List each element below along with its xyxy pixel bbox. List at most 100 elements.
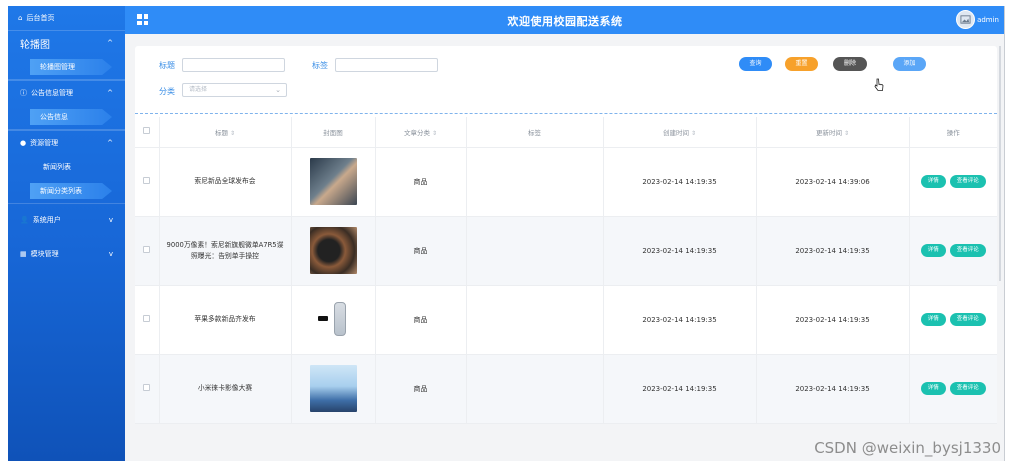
sidebar-item-system-users[interactable]: 👤 系统用户 v — [8, 208, 125, 232]
sidebar-item-resources[interactable]: ● 资源管理 ^ — [8, 131, 125, 155]
sort-icon[interactable]: ⇕ — [691, 130, 696, 137]
sort-icon[interactable]: ⇕ — [230, 130, 235, 137]
col-header-label: 操作 — [946, 128, 960, 137]
title-cell: 9000万像素！索尼新旗舰微单A7R5谍照曝光：告别单手操控 — [159, 216, 292, 286]
updated-cell: 2023-02-14 14:19:35 — [756, 354, 910, 424]
cover-image[interactable] — [309, 296, 357, 343]
chevron-up-icon: ^ — [107, 89, 113, 97]
image-icon — [960, 15, 971, 24]
row-select-cell[interactable] — [135, 285, 160, 355]
detail-button[interactable]: 详情 — [920, 382, 946, 395]
col-header-title[interactable]: 标题 ⇕ — [159, 117, 292, 148]
content-card: 标题 标签 分类 请选择 ⌄ 查询 重置 删除 添加 标题 ⇕ 封面图 文章分类… — [135, 46, 997, 424]
created-cell: 2023-02-14 14:19:35 — [603, 216, 757, 286]
col-header-label: 更新时间 — [815, 128, 842, 137]
tag-cell — [466, 216, 604, 286]
sidebar-item-carousel[interactable]: 轮播图 ^ — [8, 31, 125, 55]
category-cell: 商品 — [375, 147, 467, 217]
hand-cursor-icon — [874, 78, 884, 91]
sidebar-item-news-category-list[interactable]: 新闻分类列表 — [30, 183, 112, 199]
sidebar-home-label: 后台首页 — [26, 14, 55, 22]
sidebar-item-carousel-manage[interactable]: 轮播图管理 — [30, 59, 112, 75]
row-select-cell[interactable] — [135, 216, 160, 286]
query-button[interactable]: 查询 — [739, 57, 772, 71]
info-icon: ⓘ — [20, 89, 27, 97]
page-title: 欢迎使用校园配送系统 — [507, 15, 623, 28]
updated-cell: 2023-02-14 14:19:35 — [756, 216, 910, 286]
sidebar-group-resources: ● 资源管理 ^ 新闻列表 新闻分类列表 — [8, 130, 125, 204]
select-all-cell[interactable] — [135, 117, 160, 148]
row-select-cell[interactable] — [135, 147, 160, 217]
category-cell: 商品 — [375, 216, 467, 286]
category-select[interactable]: 请选择 ⌄ — [182, 83, 287, 97]
watermark-text: CSDN @weixin_bysj1330 — [814, 439, 1001, 457]
chevron-down-icon: ⌄ — [275, 86, 281, 94]
cover-image[interactable] — [309, 158, 357, 205]
top-header: 欢迎使用校园配送系统 admin — [125, 6, 1004, 34]
detail-button[interactable]: 详情 — [920, 175, 946, 188]
detail-button[interactable]: 详情 — [920, 244, 946, 257]
sidebar-item-news-list[interactable]: 新闻列表 — [8, 155, 125, 179]
title-cell: 苹果多款新品齐发布 — [159, 285, 292, 355]
created-cell: 2023-02-14 14:19:35 — [603, 285, 757, 355]
avatar[interactable] — [956, 10, 975, 29]
reset-button[interactable]: 重置 — [785, 57, 818, 71]
sort-icon[interactable]: ⇕ — [432, 130, 437, 137]
view-comments-button[interactable]: 查看评论 — [949, 244, 986, 257]
table-header-row: 标题 ⇕ 封面图 文章分类 ⇕ 标签 创建时间 ⇕ 更新时间 ⇕ 操作 — [135, 117, 997, 148]
sidebar-group-notice: ⓘ 公告信息管理 ^ 公告信息 — [8, 80, 125, 130]
table-row: 索尼新品全球发布会 商品 2023-02-14 14:19:35 2023-02… — [135, 147, 997, 217]
view-comments-button[interactable]: 查看评论 — [949, 175, 986, 188]
updated-cell: 2023-02-14 14:19:35 — [756, 285, 910, 355]
col-header-cover: 封面图 — [291, 117, 376, 148]
cover-cell — [291, 216, 376, 286]
sidebar-item-notice-info[interactable]: 公告信息 — [30, 109, 112, 125]
user-icon: 👤 — [20, 216, 29, 224]
row-select-cell[interactable] — [135, 354, 160, 424]
app-window: ⌂ 后台首页 轮播图 ^ 轮播图管理 ⓘ 公告信息管理 ^ 公告信息 ● 资源管… — [8, 6, 1005, 461]
tag-input[interactable] — [335, 58, 438, 72]
add-button[interactable]: 添加 — [893, 57, 926, 71]
sidebar-item-label: 资源管理 — [30, 139, 59, 147]
category-cell: 商品 — [375, 354, 467, 424]
delete-button[interactable]: 删除 — [833, 57, 867, 71]
sidebar-item-label: 模块管理 — [30, 250, 59, 258]
title-cell: 索尼新品全球发布会 — [159, 147, 292, 217]
sort-icon[interactable]: ⇕ — [844, 130, 849, 137]
title-input[interactable] — [182, 58, 285, 72]
news-table: 标题 ⇕ 封面图 文章分类 ⇕ 标签 创建时间 ⇕ 更新时间 ⇕ 操作 索尼新品全球发布… — [135, 117, 997, 424]
sidebar-item-label: 公告信息管理 — [31, 89, 73, 97]
grid-icon: ▦ — [20, 250, 27, 258]
col-header-actions: 操作 — [909, 117, 997, 148]
row-checkbox[interactable] — [143, 246, 151, 253]
category-cell: 商品 — [375, 285, 467, 355]
username[interactable]: admin — [977, 16, 999, 24]
col-header-label: 标题 — [214, 128, 228, 137]
cover-cell — [291, 354, 376, 424]
row-checkbox[interactable] — [143, 177, 151, 184]
row-checkbox[interactable] — [143, 384, 151, 391]
view-comments-button[interactable]: 查看评论 — [949, 313, 986, 326]
location-pin-icon: ● — [20, 139, 27, 147]
chevron-up-icon: ^ — [107, 39, 113, 47]
sidebar-item-notice-manage[interactable]: ⓘ 公告信息管理 ^ — [8, 81, 125, 105]
sidebar-item-module-manage[interactable]: ▦ 模块管理 v — [8, 242, 125, 266]
col-header-updated[interactable]: 更新时间 ⇕ — [756, 117, 910, 148]
cover-image[interactable] — [309, 365, 357, 412]
table-row: 9000万像素！索尼新旗舰微单A7R5谍照曝光：告别单手操控 商品 2023-0… — [135, 216, 997, 286]
detail-button[interactable]: 详情 — [920, 313, 946, 326]
updated-cell: 2023-02-14 14:39:06 — [756, 147, 910, 217]
col-header-created[interactable]: 创建时间 ⇕ — [603, 117, 757, 148]
scrollbar[interactable] — [999, 46, 1001, 281]
cover-image[interactable] — [309, 227, 357, 274]
sidebar-item-label: 系统用户 — [32, 216, 61, 224]
col-header-category[interactable]: 文章分类 ⇕ — [375, 117, 467, 148]
sidebar-home[interactable]: ⌂ 后台首页 — [8, 6, 125, 30]
select-all-checkbox[interactable] — [143, 127, 151, 135]
view-comments-button[interactable]: 查看评论 — [949, 382, 986, 395]
cover-cell — [291, 285, 376, 355]
tag-cell — [466, 354, 604, 424]
sidebar-group-carousel: 轮播图 ^ 轮播图管理 — [8, 30, 125, 80]
actions-cell: 详情 查看评论 — [909, 216, 997, 286]
row-checkbox[interactable] — [143, 315, 151, 322]
